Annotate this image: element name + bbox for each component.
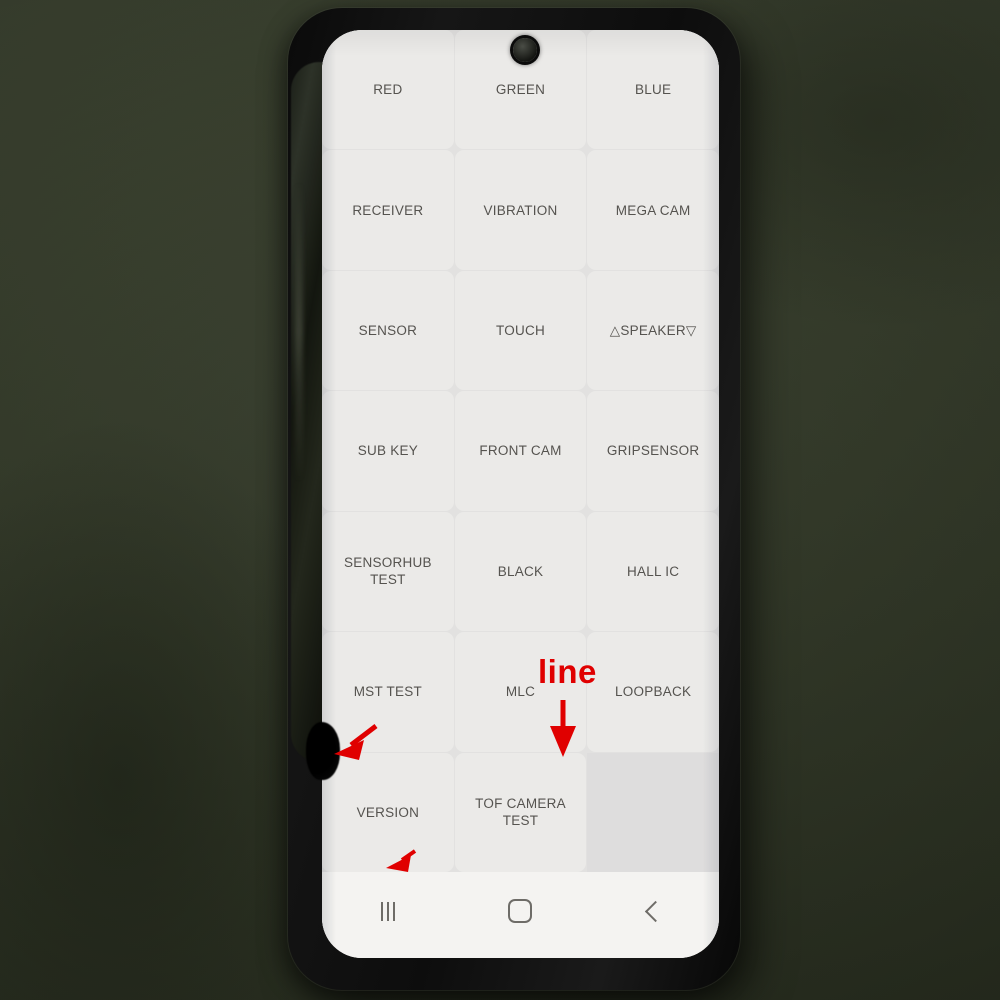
tile-label: RED — [373, 82, 403, 98]
tile-label: △SPEAKER▽ — [609, 322, 697, 338]
test-tile-touch[interactable]: TOUCH — [454, 270, 587, 391]
test-tile-version[interactable]: VERSION — [322, 752, 454, 872]
test-tile-speaker[interactable]: △SPEAKER▽ — [587, 270, 719, 391]
screen-edge-black-defect — [306, 722, 340, 780]
tile-label: LOOPBACK — [615, 684, 692, 700]
test-tile-loopback[interactable]: LOOPBACK — [587, 632, 719, 752]
test-tile-mega-cam[interactable]: MEGA CAM — [587, 150, 719, 270]
home-icon — [508, 899, 533, 923]
recents-icon — [381, 901, 396, 921]
tile-label: BLACK — [497, 563, 544, 579]
factory-test-grid: RED GREEN BLUE RECEIVER VIBRATION MEGA C… — [322, 30, 719, 872]
test-tile-blue[interactable]: BLUE — [587, 30, 719, 150]
tile-label: VERSION — [356, 804, 420, 820]
test-tile-mst-test[interactable]: MST TEST — [322, 632, 454, 752]
tile-label: HALL IC — [627, 563, 680, 579]
test-tile-red[interactable]: RED — [322, 30, 454, 150]
tile-label: SENSORHUB TEST — [343, 555, 432, 588]
test-tile-black[interactable]: BLACK — [454, 511, 587, 632]
tile-label: RECEIVER — [352, 202, 424, 218]
test-tile-sub-key[interactable]: SUB KEY — [322, 391, 454, 511]
tile-label: BLUE — [635, 82, 672, 98]
tile-label: MEGA CAM — [615, 202, 691, 218]
tile-label: TOF CAMERA TEST — [475, 796, 566, 829]
test-tile-receiver[interactable]: RECEIVER — [322, 150, 454, 270]
recents-button[interactable] — [356, 894, 420, 928]
back-button[interactable] — [621, 894, 685, 928]
test-tile-vibration[interactable]: VIBRATION — [454, 150, 587, 270]
phone-screen: RED GREEN BLUE RECEIVER VIBRATION MEGA C… — [322, 30, 719, 958]
test-tile-mlc[interactable]: MLC — [454, 632, 587, 752]
tile-label: SENSOR — [358, 322, 418, 338]
tile-label: VIBRATION — [483, 202, 558, 218]
test-tile-gripsensor[interactable]: GRIPSENSOR — [587, 391, 719, 511]
home-button[interactable] — [488, 894, 552, 928]
back-chevron-icon — [644, 900, 666, 922]
system-navigation-bar — [322, 872, 719, 958]
test-tile-hall-ic[interactable]: HALL IC — [587, 511, 719, 632]
tile-label: GREEN — [495, 82, 546, 98]
tile-label: MLC — [505, 684, 536, 700]
tile-label: GRIPSENSOR — [606, 443, 700, 459]
test-tile-front-cam[interactable]: FRONT CAM — [454, 391, 587, 511]
tile-label: SUB KEY — [357, 443, 418, 459]
tile-label: TOUCH — [495, 322, 545, 338]
test-tile-tof-camera-test[interactable]: TOF CAMERA TEST — [454, 752, 587, 872]
test-tile-empty-slot — [587, 752, 719, 872]
test-tile-sensorhub-test[interactable]: SENSORHUB TEST — [322, 511, 454, 632]
test-tile-sensor[interactable]: SENSOR — [322, 270, 454, 391]
front-camera-punch-hole-icon — [513, 38, 537, 62]
tile-label: FRONT CAM — [479, 443, 562, 459]
tile-label: MST TEST — [353, 684, 422, 700]
